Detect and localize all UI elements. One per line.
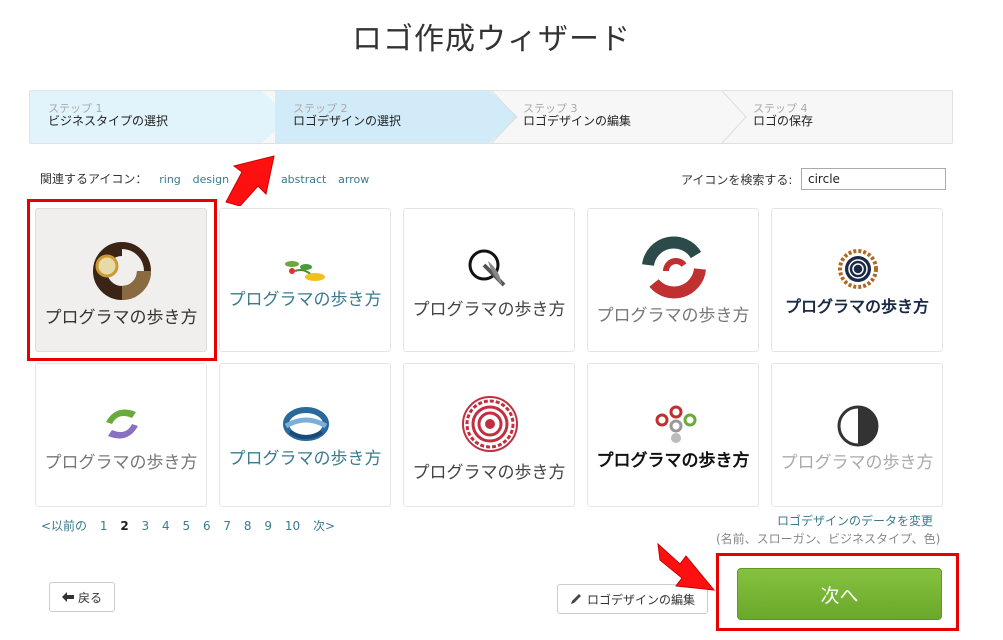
search-label: アイコンを検索する: (681, 173, 793, 187)
logo-card-3[interactable]: プログラマの歩き方 (403, 208, 575, 352)
tag-arrow[interactable]: arrow (338, 173, 369, 186)
logo-card-6[interactable]: プログラマの歩き方 (35, 363, 207, 507)
step-3: ステップ 3 ロゴデザインの編集 (505, 91, 725, 143)
logo-card-7[interactable]: プログラマの歩き方 (219, 363, 391, 507)
pager-page-7[interactable]: 7 (223, 519, 231, 533)
red-arrow-icon (225, 155, 275, 206)
pager-page-8[interactable]: 8 (244, 519, 252, 533)
arrow-left-icon (61, 592, 74, 602)
related-icons: 関連するアイコン： ring design abstract arrow (40, 170, 369, 187)
step-4-label: ロゴの保存 (753, 114, 814, 128)
pager-page-6[interactable]: 6 (203, 519, 211, 533)
logo-card-9[interactable]: プログラマの歩き方 (587, 363, 759, 507)
next-highlight-box (716, 553, 959, 631)
page-title: ロゴ作成ウィザード (352, 22, 631, 57)
pager-page-9[interactable]: 9 (264, 519, 272, 533)
step-3-label: ロゴデザインの編集 (523, 114, 632, 128)
pager-next[interactable]: 次> (313, 519, 335, 533)
tag-ring[interactable]: ring (159, 173, 181, 186)
logo-card-2[interactable]: プログラマの歩き方 (219, 208, 391, 352)
logo-name: プログラマの歩き方 (784, 297, 929, 316)
red-target-icon (462, 396, 518, 452)
icon-search-input[interactable] (801, 168, 946, 190)
step-2: ステップ 2 ロゴデザインの選択 (275, 91, 490, 143)
step-4: ステップ 4 ロゴの保存 (735, 91, 950, 143)
pagination: <以前の 1 2 3 4 5 6 7 8 9 10 次> (41, 517, 344, 534)
pencil-icon (570, 594, 581, 604)
pager-page-10[interactable]: 10 (285, 519, 300, 533)
change-logo-data-link[interactable]: ロゴデザインのデータを変更 (777, 512, 933, 529)
pager-page-4[interactable]: 4 (162, 519, 170, 533)
colored-dots-icon (655, 405, 697, 443)
green-purple-loop-icon (106, 409, 138, 439)
step-1: ステップ 1 ビジネスタイプの選択 (30, 91, 262, 143)
pager-page-2: 2 (120, 519, 129, 533)
step-2-label: ロゴデザインの選択 (293, 114, 402, 128)
half-circle-icon (837, 405, 879, 447)
orbit-q-icon (468, 249, 506, 287)
step-1-label: ビジネスタイプの選択 (48, 114, 169, 128)
logo-name: プログラマの歩き方 (596, 306, 750, 326)
back-button[interactable]: 戻る (49, 582, 115, 612)
gear-ring-icon (838, 249, 878, 289)
pager-page-3[interactable]: 3 (142, 519, 150, 533)
logo-name: プログラマの歩き方 (412, 300, 566, 320)
pager-prev[interactable]: <以前の (41, 519, 87, 533)
selection-highlight-box (27, 199, 217, 361)
tag-abstract[interactable]: abstract (281, 173, 326, 186)
step-separator (491, 91, 517, 143)
red-arrow-icon (657, 542, 716, 591)
back-button-label: 戻る (77, 590, 102, 605)
related-icons-label: 関連するアイコン： (40, 172, 148, 186)
pager-page-1[interactable]: 1 (100, 519, 108, 533)
sprout-icon (285, 261, 325, 281)
logo-name: プログラマの歩き方 (228, 290, 382, 310)
logo-card-4[interactable]: プログラマの歩き方 (587, 208, 759, 352)
change-logo-data-hint: (名前、スローガン、ビジネスタイプ、色) (716, 532, 941, 546)
logo-name: プログラマの歩き方 (596, 451, 750, 471)
swirl-ring-icon (642, 236, 706, 299)
pager-page-5[interactable]: 5 (182, 519, 190, 533)
logo-name: プログラマの歩き方 (780, 453, 934, 473)
logo-name: プログラマの歩き方 (44, 453, 198, 473)
logo-card-5[interactable]: プログラマの歩き方 (771, 208, 943, 352)
wizard-step-bar: ステップ 1 ビジネスタイプの選択 ステップ 2 ロゴデザインの選択 ステップ … (29, 90, 953, 144)
blue-wave-ring-icon (283, 407, 329, 441)
logo-card-10[interactable]: プログラマの歩き方 (771, 363, 943, 507)
logo-name: プログラマの歩き方 (412, 463, 566, 483)
logo-name: プログラマの歩き方 (228, 449, 382, 469)
logo-card-8[interactable]: プログラマの歩き方 (403, 363, 575, 507)
